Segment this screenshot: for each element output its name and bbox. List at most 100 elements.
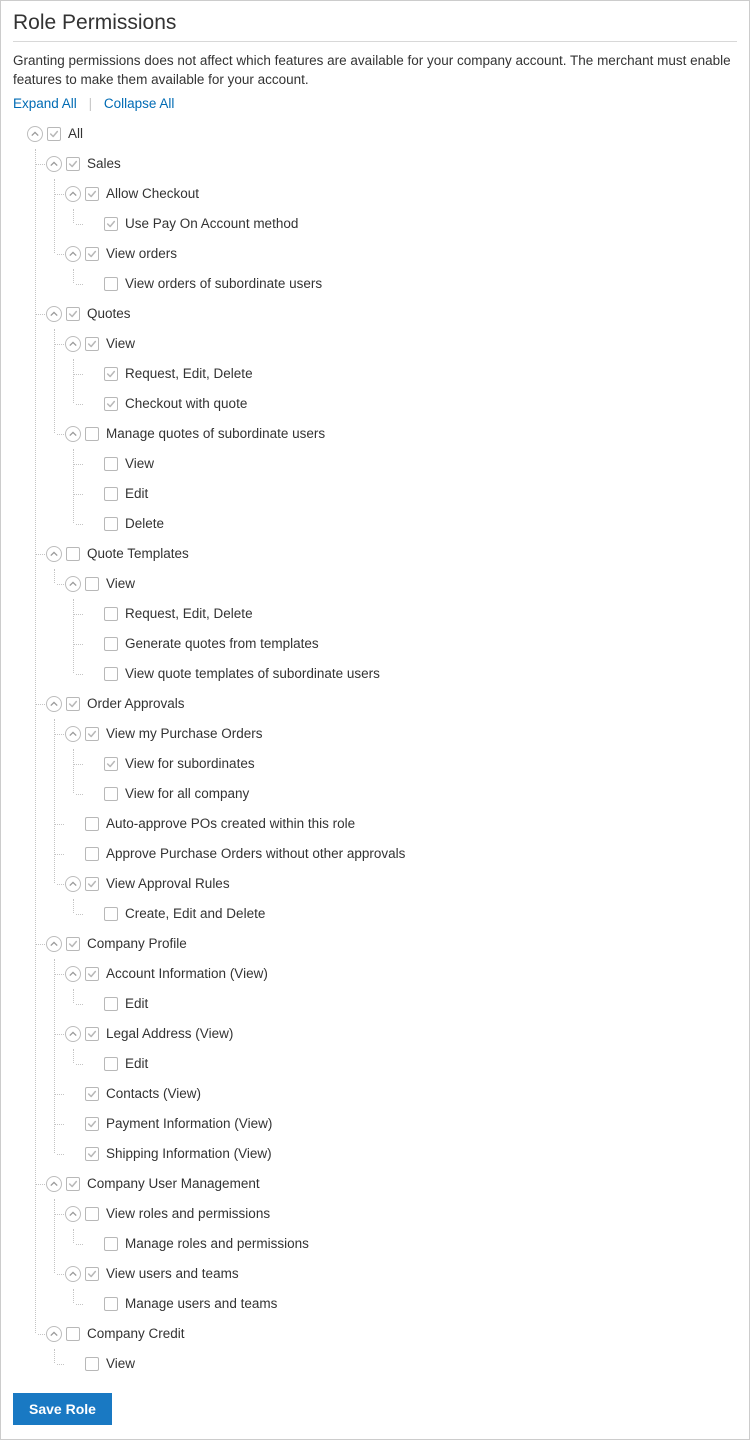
description-text: Granting permissions does not affect whi… [13, 52, 737, 90]
checkbox-view-orders[interactable] [85, 247, 99, 261]
toggle-view-orders[interactable] [65, 246, 81, 262]
toggle-quote-templates[interactable] [46, 546, 62, 562]
checkbox-quotes-sub-edit[interactable] [104, 487, 118, 501]
checkbox-company-profile[interactable] [66, 937, 80, 951]
checkbox-cp-account-edit[interactable] [104, 997, 118, 1011]
checkbox-quotes-checkout[interactable] [104, 397, 118, 411]
checkbox-quotes-sub-delete[interactable] [104, 517, 118, 531]
children-cum-users: Manage users and teams [73, 1289, 737, 1319]
checkbox-cp-contacts[interactable] [85, 1087, 99, 1101]
checkbox-cp-shipping[interactable] [85, 1147, 99, 1161]
tree-row-quotes-sub-view: View [84, 449, 737, 479]
checkbox-quotes-sub-view[interactable] [104, 457, 118, 471]
checkbox-cum-roles[interactable] [85, 1207, 99, 1221]
checkbox-po-rules[interactable] [85, 877, 99, 891]
save-role-button[interactable]: Save Role [13, 1393, 112, 1425]
chevron-up-icon [31, 130, 39, 138]
check-icon [68, 699, 78, 709]
label-quotes-sub-view: View [125, 456, 154, 471]
checkbox-cp-account[interactable] [85, 967, 99, 981]
checkbox-qt-view[interactable] [85, 577, 99, 591]
checkbox-cc-view[interactable] [85, 1357, 99, 1371]
children-cp-legal: Edit [73, 1049, 737, 1079]
toggle-cp-legal[interactable] [65, 1026, 81, 1042]
toggle-company-credit[interactable] [46, 1326, 62, 1342]
checkbox-qt-sub[interactable] [104, 667, 118, 681]
checkbox-cum-roles-manage[interactable] [104, 1237, 118, 1251]
checkbox-pay-on-account[interactable] [104, 217, 118, 231]
label-quotes-sub-edit: Edit [125, 486, 148, 501]
checkbox-qt-gen[interactable] [104, 637, 118, 651]
toggle-allow-checkout[interactable] [65, 186, 81, 202]
tree-row-sales: Sales [46, 149, 737, 179]
check-icon [68, 1179, 78, 1189]
checkbox-view-orders-subordinate[interactable] [104, 277, 118, 291]
checkbox-cp-legal-edit[interactable] [104, 1057, 118, 1071]
checkbox-order-approvals[interactable] [66, 697, 80, 711]
children-cum-roles: Manage roles and permissions [73, 1229, 737, 1259]
toggle-all[interactable] [27, 126, 43, 142]
label-company-profile: Company Profile [87, 936, 187, 951]
check-icon [68, 939, 78, 949]
toggle-qt-view[interactable] [65, 576, 81, 592]
tree-row-qt-view: View [65, 569, 737, 599]
checkbox-company-user-mgmt[interactable] [66, 1177, 80, 1191]
toggle-quotes[interactable] [46, 306, 62, 322]
children-quotes-view: Request, Edit, DeleteCheckout with quote [73, 359, 737, 419]
spacer [84, 516, 104, 532]
checkbox-cum-users[interactable] [85, 1267, 99, 1281]
toggle-cum-roles[interactable] [65, 1206, 81, 1222]
checkbox-cp-legal[interactable] [85, 1027, 99, 1041]
label-cp-contacts: Contacts (View) [106, 1086, 201, 1101]
checkbox-po-auto[interactable] [85, 817, 99, 831]
spacer [84, 996, 104, 1012]
label-view-orders-subordinate: View orders of subordinate users [125, 276, 322, 291]
checkbox-po-view[interactable] [85, 727, 99, 741]
toggle-company-profile[interactable] [46, 936, 62, 952]
checkbox-po-view-all[interactable] [104, 787, 118, 801]
separator: | [89, 96, 93, 111]
chevron-up-icon [50, 700, 58, 708]
label-quote-templates: Quote Templates [87, 546, 189, 561]
children-order-approvals: View my Purchase OrdersView for subordin… [54, 719, 737, 929]
toggle-company-user-mgmt[interactable] [46, 1176, 62, 1192]
checkbox-all[interactable] [47, 127, 61, 141]
checkbox-quotes-view[interactable] [85, 337, 99, 351]
checkbox-allow-checkout[interactable] [85, 187, 99, 201]
checkbox-company-credit[interactable] [66, 1327, 80, 1341]
checkbox-quotes-sub[interactable] [85, 427, 99, 441]
toggle-quotes-view[interactable] [65, 336, 81, 352]
check-icon [87, 339, 97, 349]
children-sales: Allow CheckoutUse Pay On Account methodV… [54, 179, 737, 299]
label-po-rules-ced: Create, Edit and Delete [125, 906, 265, 921]
checkbox-po-rules-ced[interactable] [104, 907, 118, 921]
toggle-quotes-sub[interactable] [65, 426, 81, 442]
checkbox-sales[interactable] [66, 157, 80, 171]
label-quotes: Quotes [87, 306, 131, 321]
checkbox-qt-red[interactable] [104, 607, 118, 621]
collapse-all-link[interactable]: Collapse All [104, 96, 175, 111]
checkbox-quotes[interactable] [66, 307, 80, 321]
toggle-cum-users[interactable] [65, 1266, 81, 1282]
tree-row-company-user-mgmt: Company User Management [46, 1169, 737, 1199]
spacer [84, 1056, 104, 1072]
children-view-orders: View orders of subordinate users [73, 269, 737, 299]
spacer [65, 1146, 85, 1162]
checkbox-po-approve[interactable] [85, 847, 99, 861]
permission-tree: AllSalesAllow CheckoutUse Pay On Account… [13, 119, 737, 1379]
toggle-cp-account[interactable] [65, 966, 81, 982]
check-icon [87, 729, 97, 739]
toggle-po-view[interactable] [65, 726, 81, 742]
tree-row-quotes-sub-delete: Delete [84, 509, 737, 539]
expand-all-link[interactable]: Expand All [13, 96, 77, 111]
chevron-up-icon [50, 550, 58, 558]
checkbox-po-view-sub[interactable] [104, 757, 118, 771]
toggle-sales[interactable] [46, 156, 62, 172]
checkbox-cp-payment[interactable] [85, 1117, 99, 1131]
toggle-po-rules[interactable] [65, 876, 81, 892]
tree-row-cp-account: Account Information (View) [65, 959, 737, 989]
checkbox-quote-templates[interactable] [66, 547, 80, 561]
checkbox-quotes-red[interactable] [104, 367, 118, 381]
toggle-order-approvals[interactable] [46, 696, 62, 712]
checkbox-cum-users-manage[interactable] [104, 1297, 118, 1311]
